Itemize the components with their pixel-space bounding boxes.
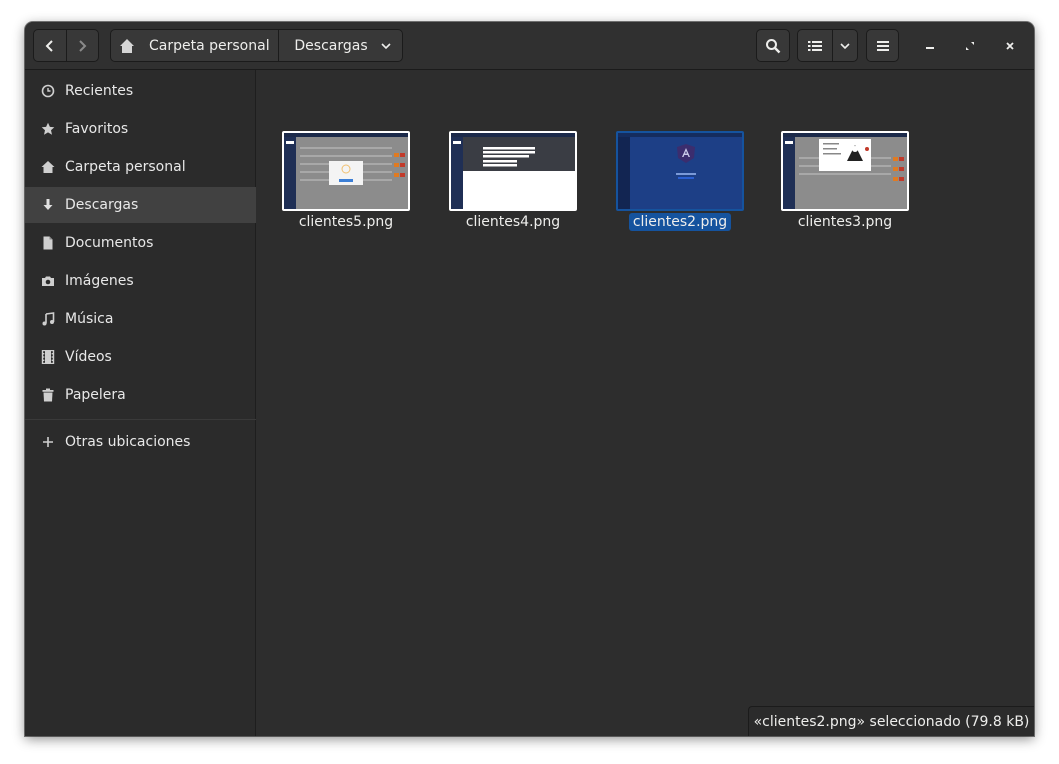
sidebar-item-label: Documentos [65,235,154,251]
main-menu-button[interactable] [866,29,899,62]
maximize-button[interactable] [958,34,982,58]
sidebar-item-label: Música [65,311,114,327]
file-thumbnail [449,131,577,211]
hamburger-icon [876,40,889,51]
view-button-group [797,29,858,62]
clock-icon [41,84,55,98]
sidebar-item-documentos[interactable]: Documentos [25,225,256,261]
sidebar-item-label: Recientes [65,83,134,99]
file-name: clientes5.png [298,214,394,230]
file-thumbnail [616,131,744,211]
sidebar-separator [25,419,256,420]
path-segment-downloads[interactable]: Descargas [278,30,402,61]
path-bar: Carpeta personal Descargas [110,29,403,62]
home-icon [41,160,55,174]
file-manager-window: Carpeta personal Descargas Recientes Fav… [25,22,1034,736]
sidebar-item-label: Carpeta personal [65,159,186,175]
sidebar-item-imagenes[interactable]: Imágenes [25,263,256,299]
view-mode-button[interactable] [798,30,832,61]
music-icon [41,312,55,326]
search-icon [766,38,781,53]
chevron-down-icon [381,42,391,49]
close-button[interactable] [998,34,1022,58]
film-icon [41,350,55,364]
file-thumbnail [781,131,909,211]
document-icon [41,236,55,250]
sidebar-item-label: Descargas [65,197,139,213]
path-segment-label: Descargas [294,37,368,54]
view-options-button[interactable] [832,30,857,61]
chevron-down-icon [840,42,850,49]
sidebar-item-descargas[interactable]: Descargas [25,187,256,223]
maximize-icon [966,42,974,50]
home-icon [120,38,134,53]
file-name: clientes4.png [465,214,561,230]
trash-icon [41,388,55,402]
back-button[interactable] [34,30,66,61]
file-item[interactable]: clientes4.png [449,131,577,241]
search-button[interactable] [756,29,790,62]
minimize-icon [926,47,934,49]
file-item[interactable]: clientes2.png [616,131,744,241]
file-name: clientes2.png [616,213,744,231]
sidebar-item-label: Vídeos [65,349,112,365]
minimize-button[interactable] [918,34,942,58]
headerbar: Carpeta personal Descargas [25,22,1034,70]
plus-icon [41,435,55,449]
file-item[interactable]: clientes5.png [282,131,410,241]
list-view-icon [808,40,822,51]
download-icon [41,198,55,212]
sidebar-item-label: Favoritos [65,121,129,137]
sidebar-item-otras-ubicaciones[interactable]: Otras ubicaciones [25,424,256,460]
sidebar-item-carpeta-personal[interactable]: Carpeta personal [25,149,256,185]
close-icon [1006,42,1014,50]
status-text: «clientes2.png» seleccionado (79.8 kB) [753,713,1030,730]
sidebar-item-label: Papelera [65,387,126,403]
sidebar-item-papelera[interactable]: Papelera [25,377,256,413]
path-segment-label: Carpeta personal [149,37,270,54]
sidebar-item-label: Otras ubicaciones [65,434,191,450]
file-item[interactable]: clientes3.png [781,131,909,241]
sidebar: Recientes Favoritos Carpeta personal Des… [25,70,256,736]
file-thumbnail [282,131,410,211]
path-segment-home[interactable]: Carpeta personal [111,30,278,61]
file-grid: clientes5.png clientes4.png clientes2.pn… [257,70,1034,736]
sidebar-item-musica[interactable]: Música [25,301,256,337]
sidebar-item-recientes[interactable]: Recientes [25,73,256,109]
sidebar-item-videos[interactable]: Vídeos [25,339,256,375]
chevron-left-icon [45,39,53,52]
star-icon [41,122,55,136]
file-name: clientes3.png [797,214,893,230]
sidebar-item-label: Imágenes [65,273,134,289]
status-bar: «clientes2.png» seleccionado (79.8 kB) [748,706,1034,736]
chevron-right-icon [79,39,87,52]
sidebar-item-favoritos[interactable]: Favoritos [25,111,256,147]
forward-button[interactable] [65,30,98,61]
nav-button-group [33,29,99,62]
camera-icon [41,274,55,288]
